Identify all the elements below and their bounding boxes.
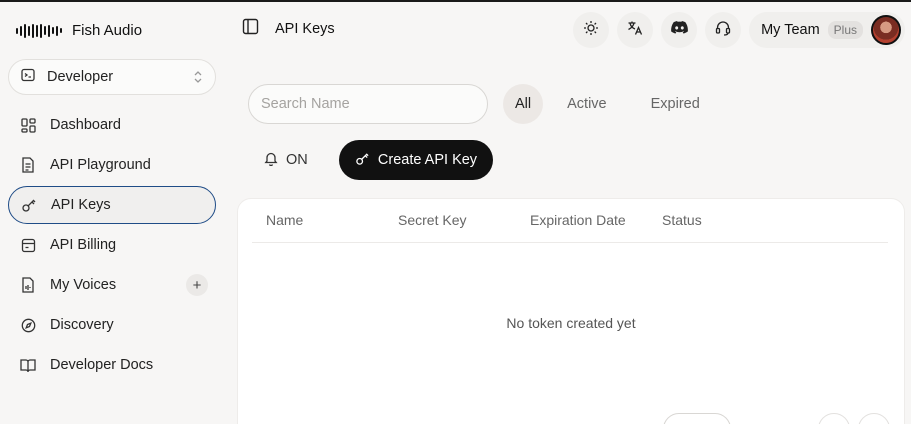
fish-audio-logo-icon: [16, 23, 62, 38]
headset-icon: [715, 20, 731, 41]
sidebar-item-api-playground[interactable]: API Playground: [8, 146, 216, 184]
tab-expired[interactable]: Expired: [639, 84, 712, 124]
sidebar-item-discovery[interactable]: Discovery: [8, 306, 216, 344]
theme-toggle-button[interactable]: [573, 12, 610, 48]
header-left: API Keys: [242, 18, 335, 40]
discord-icon: [670, 21, 688, 39]
column-header-name[interactable]: Name: [266, 212, 303, 228]
sidebar-toggle-icon[interactable]: [242, 18, 259, 40]
page-size-select[interactable]: [663, 413, 731, 424]
sidebar-item-my-voices[interactable]: My Voices +: [8, 266, 216, 304]
team-name: My Team: [761, 22, 820, 38]
language-button[interactable]: [617, 12, 654, 48]
workspace-select[interactable]: Developer: [8, 59, 216, 95]
terminal-icon: [21, 68, 35, 87]
dashboard-icon: [20, 117, 36, 133]
translate-icon: [627, 20, 643, 41]
status-tabs: All Active Expired: [503, 84, 712, 124]
brand[interactable]: Fish Audio: [16, 22, 142, 39]
table-header: Name Secret Key Expiration Date Status: [252, 199, 888, 243]
key-icon: [21, 197, 37, 213]
sun-icon: [583, 20, 599, 41]
api-keys-table: Name Secret Key Expiration Date Status N…: [237, 198, 905, 424]
plan-badge: Plus: [827, 21, 863, 39]
sidebar-item-label: API Keys: [51, 197, 111, 213]
notification-label: ON: [286, 152, 308, 168]
book-icon: [20, 357, 36, 373]
search-input[interactable]: [248, 84, 488, 124]
sidebar-item-label: API Playground: [50, 157, 151, 173]
key-icon: [355, 151, 370, 170]
tab-all[interactable]: All: [503, 84, 544, 124]
empty-state-text: No token created yet: [506, 315, 636, 331]
sidebar-item-label: Developer Docs: [50, 357, 154, 373]
sidebar-item-api-keys[interactable]: API Keys: [8, 186, 216, 224]
support-button[interactable]: [705, 12, 742, 48]
brand-name: Fish Audio: [72, 22, 143, 39]
billing-icon: [20, 237, 36, 253]
next-page-button[interactable]: [858, 413, 890, 424]
sidebar-nav: Dashboard API Playground API Keys API Bi…: [8, 106, 216, 386]
notification-toggle[interactable]: ON: [254, 140, 318, 180]
discord-button[interactable]: [661, 12, 698, 48]
sidebar-item-api-billing[interactable]: API Billing: [8, 226, 216, 264]
column-header-status[interactable]: Status: [662, 212, 702, 228]
workspace-label: Developer: [47, 69, 114, 85]
sidebar-item-label: API Billing: [50, 237, 117, 253]
voice-file-icon: [20, 277, 36, 293]
previous-page-button[interactable]: [818, 413, 850, 424]
sidebar-item-label: My Voices: [50, 277, 117, 293]
bell-icon: [264, 151, 278, 170]
sidebar-item-label: Discovery: [50, 317, 114, 333]
create-api-key-label: Create API Key: [377, 152, 478, 168]
chevron-up-down-icon: [193, 70, 203, 84]
header-right: My Team Plus: [573, 12, 905, 48]
column-header-secret-key[interactable]: Secret Key: [398, 212, 466, 228]
sidebar-item-dashboard[interactable]: Dashboard: [8, 106, 216, 144]
column-header-expiration-date[interactable]: Expiration Date: [530, 212, 626, 228]
sidebar: Fish Audio Developer Dashboard API Playg…: [0, 2, 228, 424]
compass-icon: [20, 317, 36, 333]
sidebar-item-developer-docs[interactable]: Developer Docs: [8, 346, 216, 384]
sidebar-item-label: Dashboard: [50, 117, 121, 133]
tab-active[interactable]: Active: [555, 84, 619, 124]
avatar[interactable]: [871, 15, 901, 45]
add-voice-button[interactable]: +: [186, 274, 208, 296]
team-switcher[interactable]: My Team Plus: [749, 12, 905, 48]
create-api-key-button[interactable]: Create API Key: [339, 140, 493, 180]
document-icon: [20, 157, 36, 173]
page-title: API Keys: [275, 21, 335, 37]
